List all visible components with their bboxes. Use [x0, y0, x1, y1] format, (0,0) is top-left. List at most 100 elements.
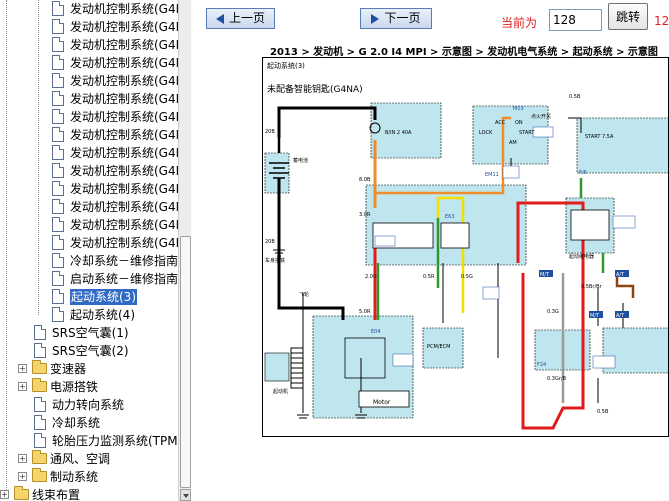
- expand-plus-icon[interactable]: +: [18, 472, 27, 481]
- prev-page-button[interactable]: 上一页: [206, 8, 275, 29]
- tree-item[interactable]: + 电源搭铁: [0, 378, 178, 396]
- tree-item-label: 通风、空调: [50, 452, 111, 466]
- tree-item[interactable]: + 变速器: [0, 360, 178, 378]
- tree-scrollbar[interactable]: [178, 0, 191, 501]
- wire-label-5: 2.0G: [365, 274, 377, 280]
- connector-1: EM11: [485, 172, 499, 178]
- wire-label-12: 0.5B: [569, 94, 581, 100]
- tree-item[interactable]: SRS空气囊(2): [0, 342, 178, 360]
- tree-item[interactable]: 动力转向系统: [0, 396, 178, 414]
- document-icon: [52, 1, 64, 16]
- tree-item[interactable]: 发动机控制系统(G4NA: [0, 72, 178, 90]
- scrollbar-thumb[interactable]: [180, 236, 191, 488]
- tree-item[interactable]: 发动机控制系统(G4NA: [0, 90, 178, 108]
- tree-item-label: 线束布置: [32, 488, 81, 501]
- expand-plus-icon[interactable]: +: [0, 490, 9, 499]
- document-icon: [34, 433, 46, 448]
- wire-label-2: 8.0B: [359, 177, 371, 183]
- wire-label-7: 0.5G: [461, 274, 473, 280]
- diagram-subtitle: 未配备智能钥匙(G4NA): [267, 83, 363, 95]
- tree-item[interactable]: + 通风、空调: [0, 450, 178, 468]
- tree-item-label: 发动机控制系统(G4NA: [70, 128, 178, 142]
- connector-4: F24: [537, 362, 546, 368]
- tree-item[interactable]: 冷却系统－维修指南: [0, 252, 178, 270]
- starter-label: 起动机: [273, 388, 288, 395]
- tree-item-label: 启动系统－维修指南: [70, 272, 178, 286]
- tree-item-label: 发动机控制系统(G4NA: [70, 20, 178, 34]
- total-pages-text: 128: [654, 14, 669, 28]
- mt-label-1: M/T: [540, 272, 550, 278]
- tree-item-label: 发动机控制系统(G4NA: [70, 146, 178, 160]
- on-label: ON: [515, 120, 523, 126]
- tree-item-label: 发动机控制系统(G4NA: [70, 182, 178, 196]
- document-icon: [52, 253, 64, 268]
- document-icon: [52, 163, 64, 178]
- tree-item[interactable]: 发动机控制系统(G4NA: [0, 18, 178, 36]
- document-icon: [52, 271, 64, 286]
- wire-label-6: 0.5R: [423, 274, 435, 280]
- tree-item[interactable]: 轮胎压力监测系统(TPMS): [0, 432, 178, 450]
- document-icon: [52, 37, 64, 52]
- start-fuse-label: START 7.5A: [585, 134, 614, 140]
- tree-item[interactable]: + 制动系统: [0, 468, 178, 486]
- document-icon: [34, 397, 46, 412]
- prev-page-label: 上一页: [228, 11, 265, 25]
- tree-item[interactable]: 发动机控制系统(G4NA: [0, 0, 178, 18]
- document-icon: [52, 181, 64, 196]
- tree-item[interactable]: 发动机控制系统(G4NA: [0, 54, 178, 72]
- document-icon: [34, 325, 46, 340]
- tree-item[interactable]: 发动机控制系统(G4NA: [0, 234, 178, 252]
- document-icon: [52, 199, 64, 214]
- document-icon: [52, 235, 64, 250]
- tree-item[interactable]: 起动系统(3): [0, 288, 178, 306]
- tree-item-label: 变速器: [50, 362, 87, 376]
- current-page-label: 当前为: [501, 16, 538, 30]
- wire-label-8: 0.3G: [547, 309, 559, 315]
- wire-label-4: 5.0R: [359, 309, 371, 315]
- tree-item[interactable]: 发动机控制系统(G4NA: [0, 108, 178, 126]
- tree-item[interactable]: 发动机控制系统(G4NA: [0, 180, 178, 198]
- battery-label: 蓄电池: [293, 157, 308, 164]
- expand-plus-icon[interactable]: +: [18, 382, 27, 391]
- am-label: AM: [509, 140, 517, 146]
- start-fuse-box: [576, 117, 668, 174]
- go-button[interactable]: 跳转: [608, 3, 648, 30]
- motor-label: Motor: [373, 399, 391, 406]
- tree-item-label: SRS空气囊(1): [52, 326, 129, 340]
- connector-5: F/6: [579, 170, 587, 176]
- folder-icon: [32, 378, 47, 392]
- page-number-input[interactable]: [549, 9, 602, 31]
- start-label: START: [519, 130, 535, 136]
- tree-item-label: 电源搭铁: [50, 380, 99, 394]
- document-icon: [52, 217, 64, 232]
- document-icon: [34, 343, 46, 358]
- tree-item[interactable]: 发动机控制系统(G4NA: [0, 198, 178, 216]
- expand-plus-icon[interactable]: +: [18, 454, 27, 463]
- tree-item-label: 冷却系统－维修指南: [70, 254, 178, 268]
- document-icon: [52, 19, 64, 34]
- tree-item-label: 动力转向系统: [52, 398, 125, 412]
- next-page-button[interactable]: 下一页: [360, 8, 432, 29]
- tree-item[interactable]: 发动机控制系统(G4NA: [0, 216, 178, 234]
- tree-item[interactable]: 冷却系统: [0, 414, 178, 432]
- tree-item[interactable]: 发动机控制系统(G4NA: [0, 162, 178, 180]
- scroll-down-arrow-icon[interactable]: [180, 489, 191, 501]
- connector-0: M03: [513, 106, 524, 112]
- tree-item-label: 起动系统(3): [70, 289, 137, 305]
- tree-item[interactable]: 启动系统－维修指南: [0, 270, 178, 288]
- tree-item-label: 轮胎压力监测系统(TPMS): [52, 434, 178, 448]
- expand-plus-icon[interactable]: +: [18, 364, 27, 373]
- tree-item[interactable]: 发动机控制系统(G4NA: [0, 144, 178, 162]
- at-label-2: A/T: [616, 313, 625, 319]
- document-icon: [52, 73, 64, 88]
- tree-item[interactable]: 发动机控制系统(G4NA: [0, 126, 178, 144]
- tree-item[interactable]: + 线束布置: [0, 486, 178, 501]
- tree-item[interactable]: SRS空气囊(1): [0, 324, 178, 342]
- connector-2: E63: [445, 214, 455, 220]
- tree-item-label: 起动系统(4): [70, 308, 135, 322]
- wiring-diagram: 起动系统(3) 未配备智能钥匙(G4NA) 蓄电池 车身搭铁 B/IN 2 40…: [262, 57, 669, 437]
- lock-label: LOCK: [479, 130, 493, 136]
- tree-item[interactable]: 发动机控制系统(G4NA: [0, 36, 178, 54]
- tree-item[interactable]: 起动系统(4): [0, 306, 178, 324]
- folder-icon: [32, 360, 47, 374]
